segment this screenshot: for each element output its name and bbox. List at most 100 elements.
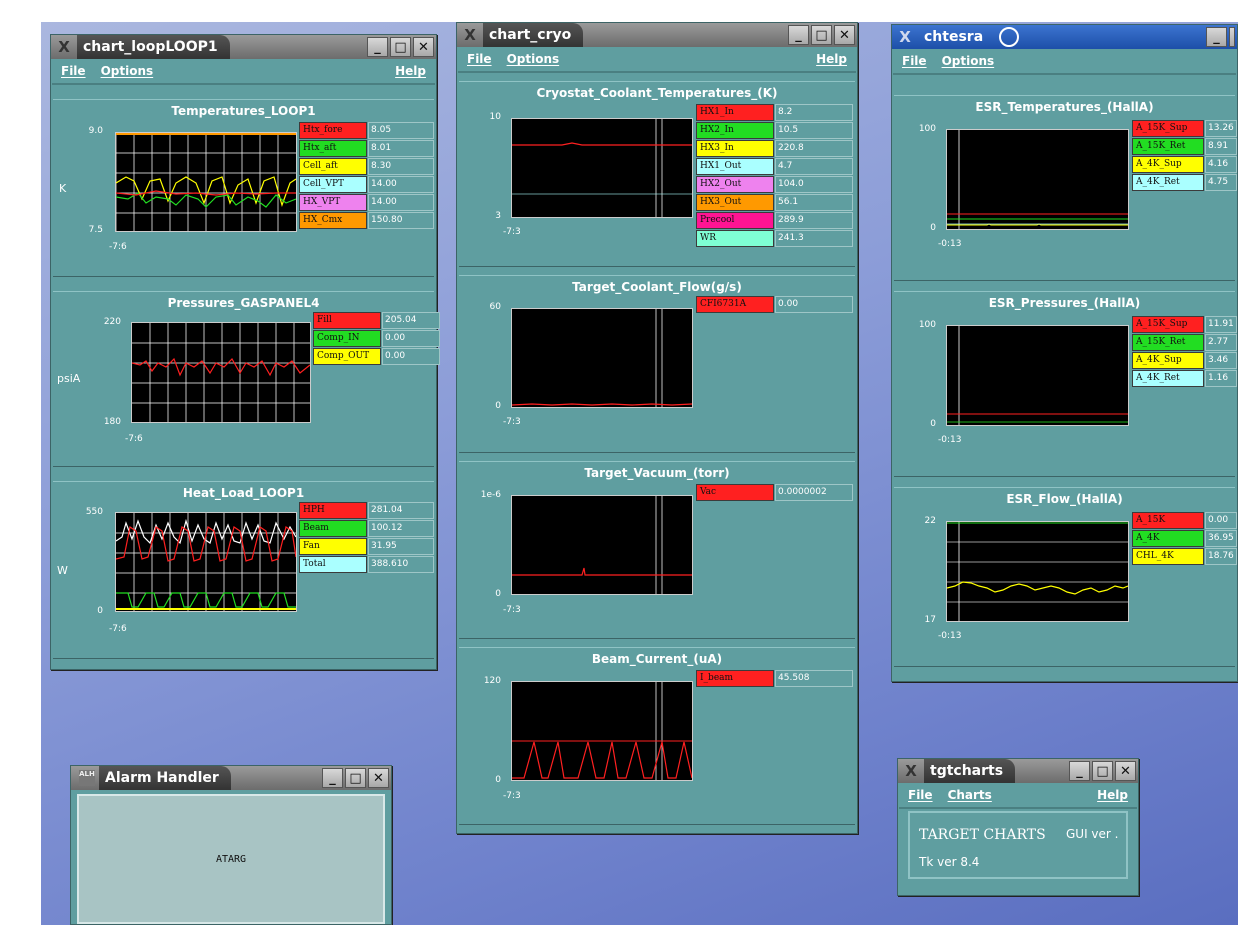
legend-name[interactable]: Cell_aft xyxy=(299,158,367,175)
alarm-window[interactable]: ALH Alarm Handler _ □ ✕ ATARG xyxy=(70,765,392,925)
menu-charts[interactable]: Charts xyxy=(948,788,992,802)
x-logo-icon[interactable]: X xyxy=(457,26,483,44)
legend-name[interactable]: Comp_OUT xyxy=(313,348,381,365)
alh-icon[interactable]: ALH xyxy=(79,770,95,786)
legend-row: HX_Cmx 150.80 xyxy=(299,212,434,230)
legend-name[interactable]: Total xyxy=(299,556,367,573)
menu-file[interactable]: File xyxy=(902,54,927,68)
legend-name[interactable]: A_4K_Sup xyxy=(1132,156,1204,173)
esr-window[interactable]: X chtesra _ File Options ESR_Temperature… xyxy=(891,24,1238,682)
legend-value: 14.00 xyxy=(368,176,434,193)
legend-name[interactable]: HX1_In xyxy=(696,104,774,121)
plot-svg xyxy=(947,130,1128,229)
legend-name[interactable]: A_15K_Ret xyxy=(1132,138,1204,155)
legend-name[interactable]: A_4K_Ret xyxy=(1132,370,1204,387)
loop-titlebar[interactable]: X chart_loopLOOP1 _ □ ✕ xyxy=(51,35,436,59)
legend: A_15K 0.00 A_4K 36.95 CHL_4K 18.76 xyxy=(1132,512,1237,566)
menu-file[interactable]: File xyxy=(467,52,492,66)
legend: HX1_In 8.2 HX2_In 10.5 HX3_In 220.8 HX1_Out… xyxy=(696,104,853,248)
legend-name[interactable]: HX2_In xyxy=(696,122,774,139)
y-min-label: 3 xyxy=(495,211,501,221)
tgt-titlebar[interactable]: X tgtcharts _ □ ✕ xyxy=(898,759,1138,783)
close-button[interactable]: ✕ xyxy=(834,25,855,45)
legend-row: HX3_Out 56.1 xyxy=(696,194,853,212)
legend-name[interactable]: Htx_fore xyxy=(299,122,367,139)
legend-name[interactable]: Beam xyxy=(299,520,367,537)
legend-name[interactable]: Fill xyxy=(313,312,381,329)
legend-name[interactable]: A_15K_Sup xyxy=(1132,120,1204,137)
x-logo-icon[interactable]: X xyxy=(892,28,918,46)
minimize-button[interactable]: _ xyxy=(322,768,343,788)
legend-name[interactable]: A_15K_Sup xyxy=(1132,316,1204,333)
chart-panel: Pressures_GASPANEL4 220 180 psiA -7:6 Fi… xyxy=(53,291,440,467)
legend-name[interactable]: CFI6731A xyxy=(696,296,774,313)
menu-help[interactable]: Help xyxy=(395,64,426,78)
legend-name[interactable]: A_4K_Ret xyxy=(1132,174,1204,191)
menu-help[interactable]: Help xyxy=(816,52,847,66)
legend-value: 220.8 xyxy=(775,140,853,157)
legend-value: 289.9 xyxy=(775,212,853,229)
legend-name[interactable]: Vac xyxy=(696,484,774,501)
legend-name[interactable]: I_beam xyxy=(696,670,774,687)
legend-name[interactable]: Htx_aft xyxy=(299,140,367,157)
loop-window[interactable]: X chart_loopLOOP1 _ □ ✕ File Options Hel… xyxy=(50,34,440,670)
legend-value: 1.16 xyxy=(1205,370,1237,387)
menu-file[interactable]: File xyxy=(908,788,933,802)
legend-name[interactable]: Cell_VPT xyxy=(299,176,367,193)
close-button[interactable]: ✕ xyxy=(368,768,389,788)
legend-name[interactable]: A_15K xyxy=(1132,512,1204,529)
close-button[interactable]: ✕ xyxy=(1115,761,1136,781)
x-logo-icon[interactable]: X xyxy=(51,38,77,56)
legend-name[interactable]: Fan xyxy=(299,538,367,555)
y-max-label: 9.0 xyxy=(88,126,103,136)
maximize-button[interactable] xyxy=(1229,27,1235,47)
legend-value: 14.00 xyxy=(368,194,434,211)
minimize-button[interactable]: _ xyxy=(1206,27,1227,47)
legend-name[interactable]: HX3_Out xyxy=(696,194,774,211)
legend-name[interactable]: WR xyxy=(696,230,774,247)
legend: Fill 205.04 Comp_IN 0.00 Comp_OUT 0.00 xyxy=(313,312,440,366)
menu-options[interactable]: Options xyxy=(942,54,995,68)
cryo-titlebar[interactable]: X chart_cryo _ □ ✕ xyxy=(457,23,857,47)
legend-name[interactable]: HX2_Out xyxy=(696,176,774,193)
legend: Vac 0.0000002 xyxy=(696,484,853,502)
maximize-button[interactable]: □ xyxy=(811,25,832,45)
legend-value: 13.26 xyxy=(1205,120,1237,137)
menu-options[interactable]: Options xyxy=(101,64,154,78)
maximize-button[interactable]: □ xyxy=(390,37,411,57)
tgtcharts-window[interactable]: X tgtcharts _ □ ✕ File Charts Help TARGE… xyxy=(897,758,1139,896)
legend-value: 205.04 xyxy=(382,312,440,329)
x-time-label: -7:6 xyxy=(109,242,127,252)
chart-panel: Target_Vacuum_(torr) 1e-6 0 -7:3 Vac 0.00… xyxy=(459,461,855,639)
plot-area xyxy=(946,521,1129,622)
minimize-button[interactable]: _ xyxy=(788,25,809,45)
legend-name[interactable]: HX_VPT xyxy=(299,194,367,211)
legend-name[interactable]: A_4K xyxy=(1132,530,1204,547)
legend-name[interactable]: HX1_Out xyxy=(696,158,774,175)
x-logo-icon[interactable]: X xyxy=(898,762,924,780)
minimize-button[interactable]: _ xyxy=(367,37,388,57)
legend: HPH 281.04 Beam 100.12 Fan 31.95 Total 388.6… xyxy=(299,502,434,574)
close-button[interactable]: ✕ xyxy=(413,37,434,57)
legend-name[interactable]: A_15K_Ret xyxy=(1132,334,1204,351)
legend-name[interactable]: HX3_In xyxy=(696,140,774,157)
legend-name[interactable]: CHL_4K xyxy=(1132,548,1204,565)
alarm-titlebar[interactable]: ALH Alarm Handler _ □ ✕ xyxy=(71,766,391,790)
legend-row: Fan 31.95 xyxy=(299,538,434,556)
legend-name[interactable]: A_4K_Sup xyxy=(1132,352,1204,369)
legend-name[interactable]: HX_Cmx xyxy=(299,212,367,229)
chart-title: ESR_Flow_(HallA) xyxy=(1006,492,1123,506)
menu-options[interactable]: Options xyxy=(507,52,560,66)
legend-name[interactable]: HPH xyxy=(299,502,367,519)
minimize-button[interactable]: _ xyxy=(1069,761,1090,781)
x-time-label: -0:13 xyxy=(938,631,962,641)
menu-file[interactable]: File xyxy=(61,64,86,78)
maximize-button[interactable]: □ xyxy=(1092,761,1113,781)
menu-help[interactable]: Help xyxy=(1097,788,1128,802)
maximize-button[interactable]: □ xyxy=(345,768,366,788)
legend-name[interactable]: Precool xyxy=(696,212,774,229)
alarm-group-label[interactable]: ATARG xyxy=(79,854,383,865)
cryo-window[interactable]: X chart_cryo _ □ ✕ File Options Help Cry… xyxy=(456,22,858,834)
legend-name[interactable]: Comp_IN xyxy=(313,330,381,347)
esr-titlebar[interactable]: X chtesra _ xyxy=(892,25,1237,49)
